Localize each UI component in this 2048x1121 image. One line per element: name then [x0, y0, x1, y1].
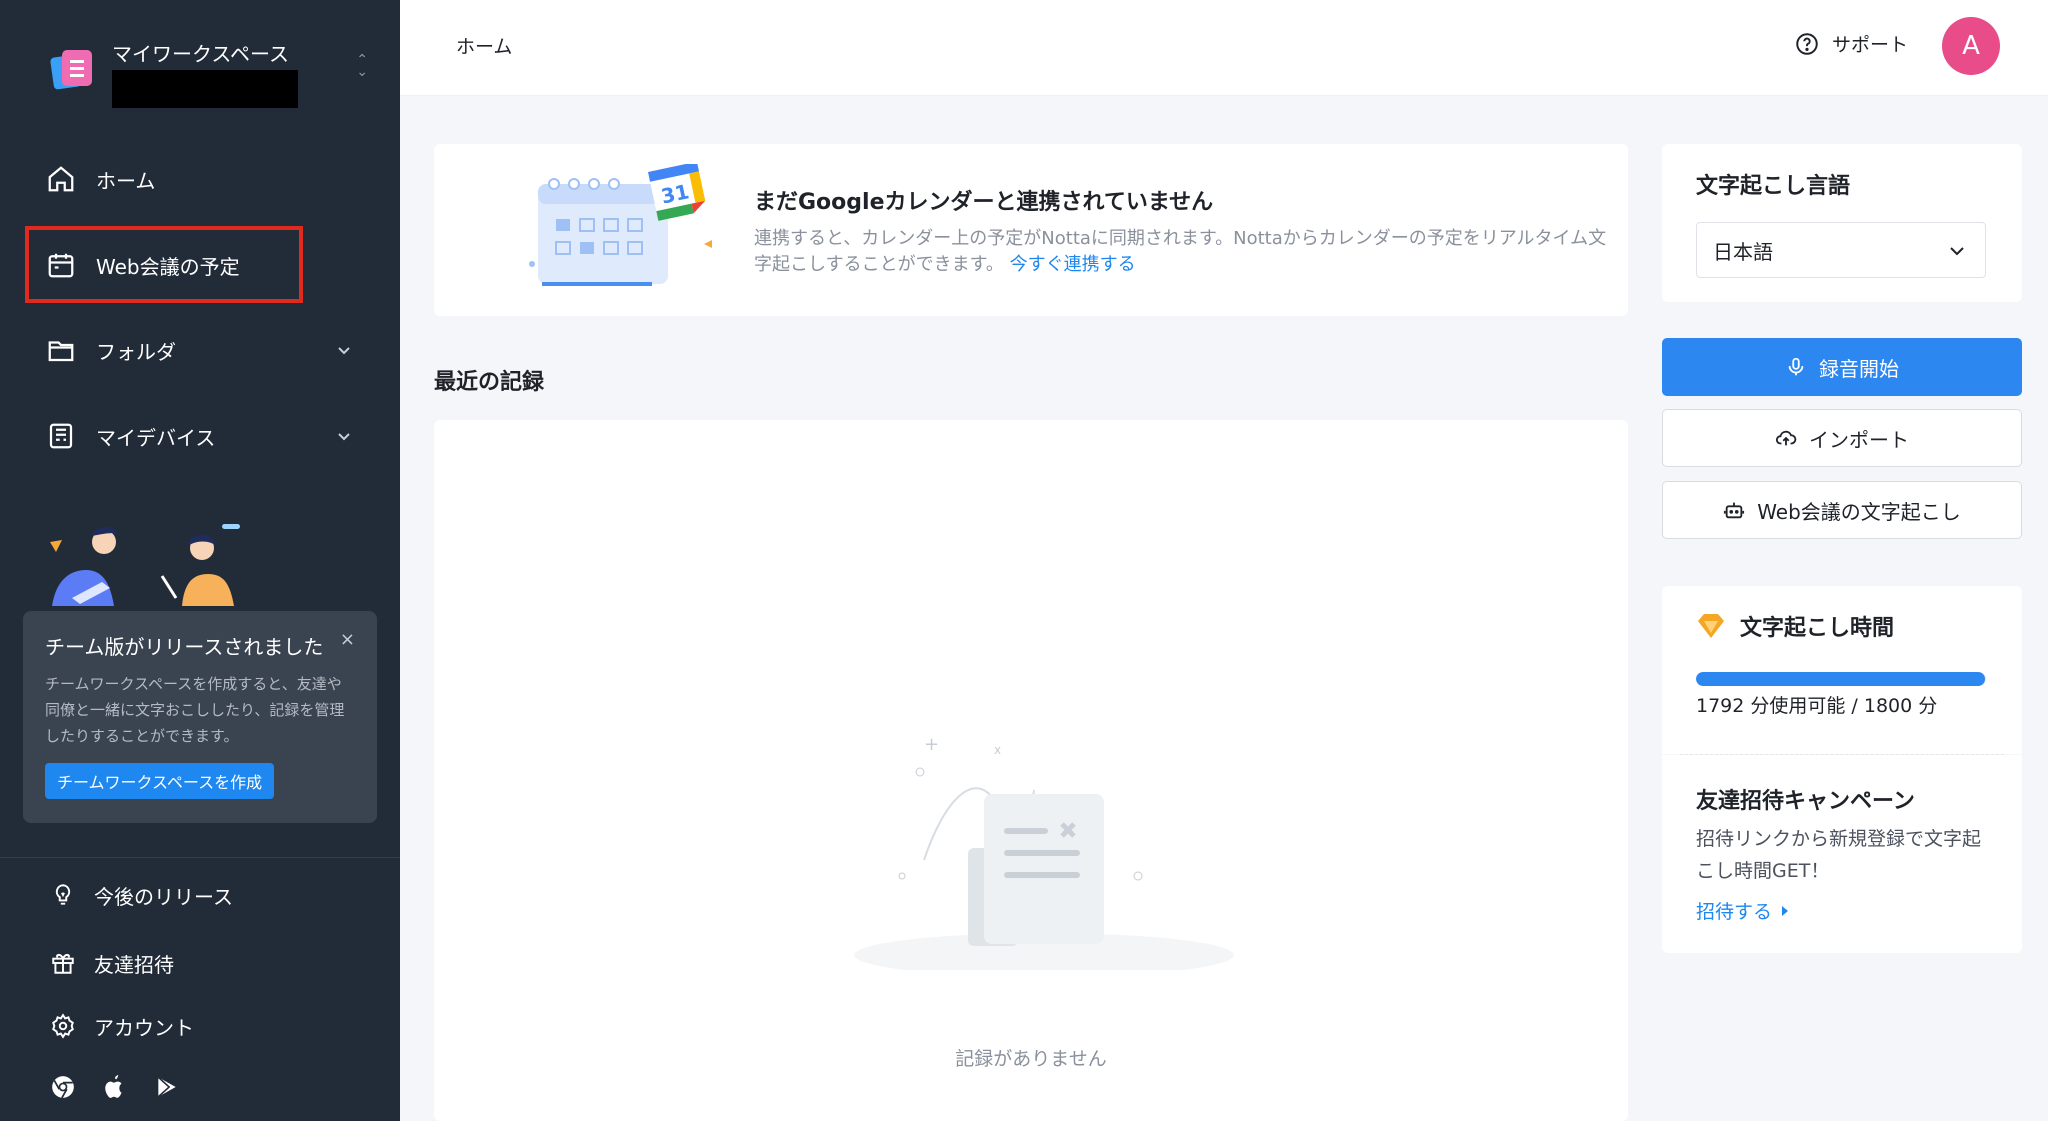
start-recording-button[interactable]: 録音開始	[1662, 338, 2022, 396]
time-title-row: 文字起こし時間	[1696, 610, 1894, 642]
robot-icon	[1723, 499, 1745, 521]
invite-campaign-description: 招待リンクから新規登録で文字起こし時間GET！	[1696, 828, 1982, 882]
workspace-switcher[interactable]: マイワークスペース ⌃ ⌄	[48, 40, 368, 110]
support-link[interactable]: サポート	[1794, 30, 1908, 57]
apple-icon[interactable]	[100, 1072, 130, 1102]
invite-campaign-title: 友達招待キャンペーン	[1696, 789, 1915, 814]
invite-link[interactable]: 招待する	[1696, 897, 1789, 924]
settings-icon	[48, 1011, 78, 1041]
import-label: インポート	[1809, 427, 1909, 452]
chevron-down-icon[interactable]	[334, 426, 354, 446]
chevron-updown-icon[interactable]: ⌃ ⌄	[356, 53, 368, 79]
nav-web-meetings[interactable]: Web会議の予定	[44, 241, 240, 289]
invite-friends-label: 友達招待	[94, 952, 174, 977]
chevron-down-icon[interactable]	[334, 340, 354, 360]
team-release-card: チーム版がリリースされました × チームワークスペースを作成すると、友達や同僚と…	[23, 611, 377, 823]
invite-link-label: 招待する	[1696, 901, 1773, 923]
home-icon	[44, 162, 78, 196]
web-meeting-transcribe-label: Web会議の文字起こし	[1757, 499, 1961, 524]
banner-description: 連携すると、カレンダー上の予定がNottaに同期されます。Nottaからカレンダ…	[754, 226, 1614, 278]
recent-records-title: 最近の記録	[434, 370, 545, 395]
cloud-upload-icon	[1775, 427, 1797, 449]
usage-progress-bar	[1696, 672, 1986, 686]
chrome-icon[interactable]	[48, 1072, 78, 1102]
invite-friends-link[interactable]: 友達招待	[48, 945, 174, 981]
language-select[interactable]: 日本語	[1696, 222, 1986, 278]
account-link[interactable]: アカウント	[48, 1008, 194, 1044]
usage-text: 1792 分使用可能 / 1800 分	[1696, 695, 1938, 717]
banner-desc-text: 連携すると、カレンダー上の予定がNottaに同期されます。Nottaからカレンダ…	[754, 228, 1607, 275]
transcription-time-card: 文字起こし時間 1792 分使用可能 / 1800 分	[1662, 586, 2022, 754]
recent-records-panel: + x 記録がありません	[434, 420, 1628, 1121]
chevron-down-icon	[1950, 247, 1964, 256]
time-title: 文字起こし時間	[1740, 616, 1895, 641]
microphone-icon	[1785, 356, 1807, 378]
team-illustration	[50, 524, 240, 606]
breadcrumb[interactable]: ホーム	[456, 32, 512, 59]
sidebar: マイワークスペース ⌃ ⌄ ホーム Web会議の予定 フォルダ マイデバイス チ…	[0, 0, 400, 1121]
nav-web-meetings-label: Web会議の予定	[96, 254, 240, 279]
connect-now-link[interactable]: 今すぐ連携する	[1010, 254, 1136, 275]
svg-text:+: +	[924, 734, 939, 755]
divider	[0, 857, 400, 858]
google-play-icon[interactable]	[152, 1072, 182, 1102]
nav-home[interactable]: ホーム	[44, 155, 155, 203]
svg-text:x: x	[994, 743, 1001, 757]
nav-folder[interactable]: フォルダ	[44, 326, 176, 374]
workspace-name: マイワークスペース	[112, 42, 289, 66]
lightbulb-icon	[48, 880, 78, 910]
support-label: サポート	[1832, 34, 1909, 56]
import-button[interactable]: インポート	[1662, 409, 2022, 467]
nav-devices[interactable]: マイデバイス	[44, 412, 215, 460]
transcription-language-card: 文字起こし言語 日本語	[1662, 144, 2022, 302]
promo-title: チーム版がリリースされました	[45, 635, 324, 659]
gift-icon	[48, 948, 78, 978]
usage-progress-fill	[1696, 672, 1985, 686]
help-icon	[1796, 32, 1818, 55]
language-title: 文字起こし言語	[1696, 174, 1851, 199]
nav-folder-label: フォルダ	[96, 339, 176, 364]
invite-campaign-card: 友達招待キャンペーン 招待リンクから新規登録で文字起こし時間GET！ 招待する	[1662, 755, 2022, 953]
upcoming-releases-link[interactable]: 今後のリリース	[48, 877, 233, 913]
start-recording-label: 録音開始	[1819, 356, 1899, 381]
close-icon[interactable]: ×	[340, 629, 355, 650]
empty-records-text: 記録がありません	[955, 1048, 1107, 1070]
caret-right-icon	[1782, 905, 1789, 916]
notta-logo	[48, 46, 96, 94]
language-selected: 日本語	[1713, 239, 1773, 264]
calendar-sync-banner: 31 まだGoogleカレンダーと連携されていません 連携すると、カレンダー上の…	[434, 144, 1628, 316]
folder-icon	[44, 333, 78, 367]
empty-document-illustration: + x	[854, 734, 1234, 970]
web-meeting-transcribe-button[interactable]: Web会議の文字起こし	[1662, 481, 2022, 539]
calendar-icon	[44, 248, 78, 282]
banner-title: まだGoogleカレンダーと連携されていません	[754, 190, 1214, 215]
diamond-icon	[1698, 614, 1724, 638]
avatar[interactable]: A	[1942, 17, 2000, 75]
device-icon	[44, 419, 78, 453]
google-calendar-illustration: 31	[529, 164, 712, 286]
topbar: ホーム サポート A	[400, 0, 2048, 96]
nav-devices-label: マイデバイス	[96, 425, 216, 450]
create-team-workspace-button[interactable]: チームワークスペースを作成	[45, 763, 275, 799]
promo-description: チームワークスペースを作成すると、友達や同僚と一緒に文字おこししたり、記録を管理…	[45, 675, 345, 745]
upcoming-releases-label: 今後のリリース	[94, 884, 233, 909]
redacted-block	[112, 70, 298, 108]
nav-home-label: ホーム	[96, 168, 156, 193]
account-label: アカウント	[94, 1015, 194, 1040]
